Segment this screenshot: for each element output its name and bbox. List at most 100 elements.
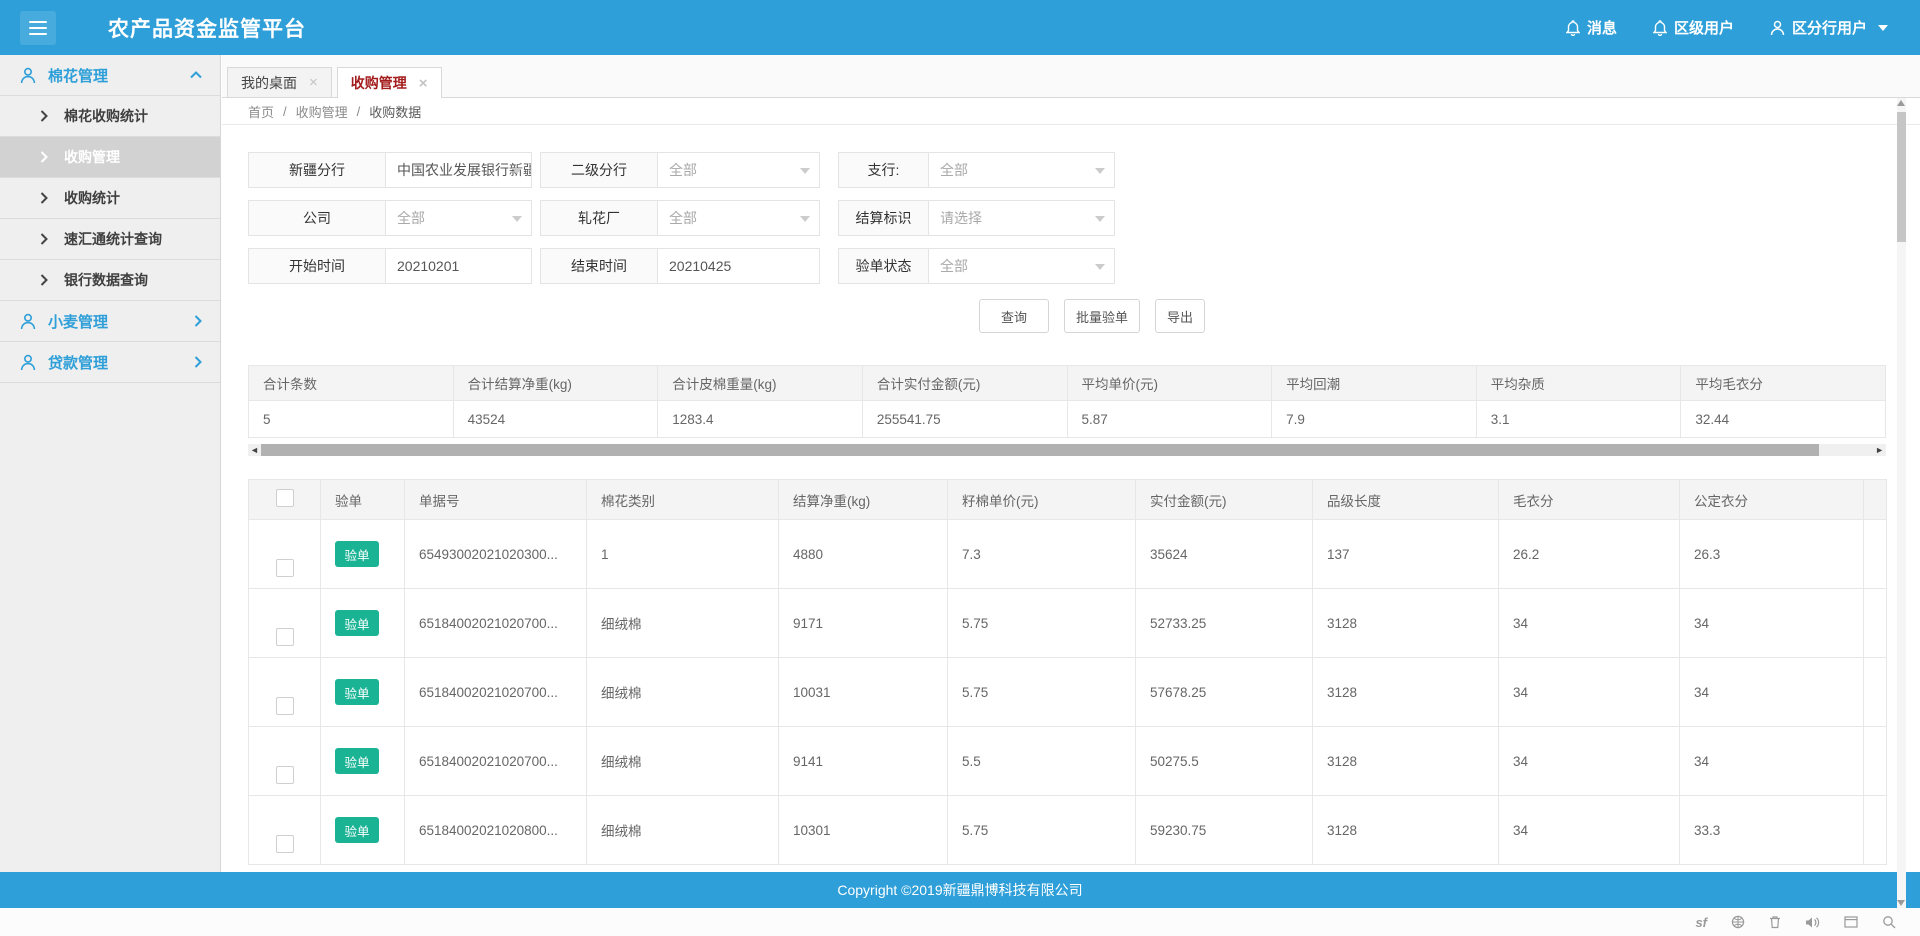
settlement-flag-select[interactable]: 请选择 [929,200,1115,236]
cell-lint-pct: 34 [1499,658,1680,727]
verify-button[interactable]: 验单 [335,748,379,774]
cell-official-lint-pct: 34 [1680,727,1864,796]
scroll-left-icon[interactable]: ◄ [250,445,259,455]
summary-avg-price: 5.87 [1067,401,1272,438]
breadcrumb: 首页 / 收购管理 / 收购数据 [222,98,1920,125]
purchase-data-page: 新疆分行 中国农业发展银行新疆分行 二级分行 全部 [222,125,1920,872]
table-row: 验单 65493002021020300... 1 4880 7.3 35624… [249,520,1887,589]
filter-start-date: 开始时间 20210201 [248,248,532,284]
secondary-branch-select[interactable]: 全部 [658,152,820,188]
row-select-cell [249,589,321,658]
cell-lint-pct: 26.2 [1499,520,1680,589]
window-icon[interactable] [1844,916,1858,928]
cell-spacer [1864,727,1887,796]
trash-icon[interactable] [1769,915,1781,929]
sidebar-item-label: 银行数据查询 [64,270,148,290]
verify-cell: 验单 [321,520,405,589]
row-checkbox[interactable] [276,559,294,577]
breadcrumb-home[interactable]: 首页 [248,102,274,121]
search-button[interactable]: 查询 [979,299,1049,333]
sidebar-group-cotton[interactable]: 棉花管理 [0,55,220,96]
summary-header-total-net-weight: 合计结算净重(kg) [453,366,658,401]
verify-button[interactable]: 验单 [335,817,379,843]
filter-label: 开始时间 [248,248,386,284]
verify-cell: 验单 [321,727,405,796]
select-all-checkbox[interactable] [276,489,294,507]
row-checkbox[interactable] [276,835,294,853]
horizontal-scrollbar[interactable]: ◄ ► [248,444,1886,456]
verify-status-select[interactable]: 全部 [929,248,1115,284]
verify-button[interactable]: 验单 [335,610,379,636]
vertical-scrollbar-thumb[interactable] [1897,112,1906,242]
close-icon[interactable]: × [419,76,428,91]
ginnery-select[interactable]: 全部 [658,200,820,236]
messages-menu-item[interactable]: 消息 [1566,17,1617,38]
row-select-cell [249,520,321,589]
header-lint-pct: 毛衣分 [1499,480,1680,520]
start-date-input[interactable]: 20210201 [386,248,532,284]
sidebar-item-label: 收购统计 [64,188,120,208]
filter-row: 新疆分行 中国农业发展银行新疆分行 二级分行 全部 [248,152,1920,188]
verify-button[interactable]: 验单 [335,541,379,567]
cell-net-weight: 4880 [779,520,948,589]
verify-button[interactable]: 验单 [335,679,379,705]
cell-paid-amount: 57678.25 [1136,658,1313,727]
filter-company: 公司 全部 [248,200,532,236]
close-icon[interactable]: × [309,75,318,90]
summary-value-row: 5 43524 1283.4 255541.75 5.87 7.9 3.1 32… [249,401,1886,438]
cell-doc-number: 65184002021020700... [405,589,587,658]
ime-logo-icon[interactable]: sf [1695,915,1707,930]
cell-spacer [1864,658,1887,727]
scroll-up-icon[interactable] [1897,100,1905,106]
search-icon[interactable] [1882,915,1896,929]
xinjiang-branch-select[interactable]: 中国农业发展银行新疆分行 [386,152,532,188]
batch-verify-button[interactable]: 批量验单 [1064,299,1140,333]
hamburger-menu-icon[interactable] [20,11,56,45]
company-select[interactable]: 全部 [386,200,532,236]
end-date-input[interactable]: 20210425 [658,248,820,284]
cell-paid-amount: 52733.25 [1136,589,1313,658]
row-checkbox[interactable] [276,628,294,646]
export-button[interactable]: 导出 [1155,299,1205,333]
bell-icon [1653,20,1667,36]
sidebar-item-purchase-management[interactable]: 收购管理 [0,137,220,178]
filter-row: 公司 全部 轧花厂 全部 结算标识 [248,200,1920,236]
cell-official-lint-pct: 33.3 [1680,796,1864,865]
breadcrumb-purchase-management[interactable]: 收购管理 [296,102,348,121]
sub-branch-select[interactable]: 全部 [929,152,1115,188]
cell-cotton-type: 细绒棉 [587,796,779,865]
tab-my-desktop[interactable]: 我的桌面 × [227,67,332,97]
sidebar-item-label: 收购管理 [64,147,120,167]
sidebar-item-suhuitong-stats-query[interactable]: 速汇通统计查询 [0,219,220,260]
ime-mode-icon[interactable] [1731,915,1745,929]
cell-official-lint-pct: 26.3 [1680,520,1864,589]
scroll-down-icon[interactable] [1897,900,1905,906]
cell-seed-price: 5.75 [948,796,1136,865]
sidebar-item-bank-data-query[interactable]: 银行数据查询 [0,260,220,301]
district-user-label: 区级用户 [1674,17,1734,38]
cell-grade-length: 3128 [1313,658,1499,727]
select-value: 全部 [397,208,425,228]
summary-header-total-lint-weight: 合计皮棉重量(kg) [658,366,863,401]
vertical-scrollbar[interactable] [1897,98,1906,908]
scroll-right-icon[interactable]: ► [1875,445,1884,455]
tab-purchase-management[interactable]: 收购管理 × [337,67,442,98]
sidebar-item-purchase-stats[interactable]: 收购统计 [0,178,220,219]
horizontal-scrollbar-thumb[interactable] [261,444,1819,456]
row-checkbox[interactable] [276,697,294,715]
sidebar-item-cotton-purchase-stats[interactable]: 棉花收购统计 [0,96,220,137]
cell-cotton-type: 细绒棉 [587,727,779,796]
table-row: 验单 65184002021020800... 细绒棉 10301 5.75 5… [249,796,1887,865]
select-value: 全部 [940,256,968,276]
sidebar-group-wheat[interactable]: 小麦管理 [0,301,220,342]
filter-label: 新疆分行 [248,152,386,188]
sidebar-group-loan[interactable]: 贷款管理 [0,342,220,383]
chevron-down-icon [1095,264,1105,270]
summary-total-lint-weight: 1283.4 [658,401,863,438]
district-user-menu-item[interactable]: 区级用户 [1653,17,1734,38]
current-user-dropdown[interactable]: 区分行用户 [1770,17,1888,38]
row-checkbox[interactable] [276,766,294,784]
speaker-icon[interactable] [1805,916,1820,929]
bottom-status-bar: sf [0,908,1920,936]
filter-panel: 新疆分行 中国农业发展银行新疆分行 二级分行 全部 [222,125,1920,284]
